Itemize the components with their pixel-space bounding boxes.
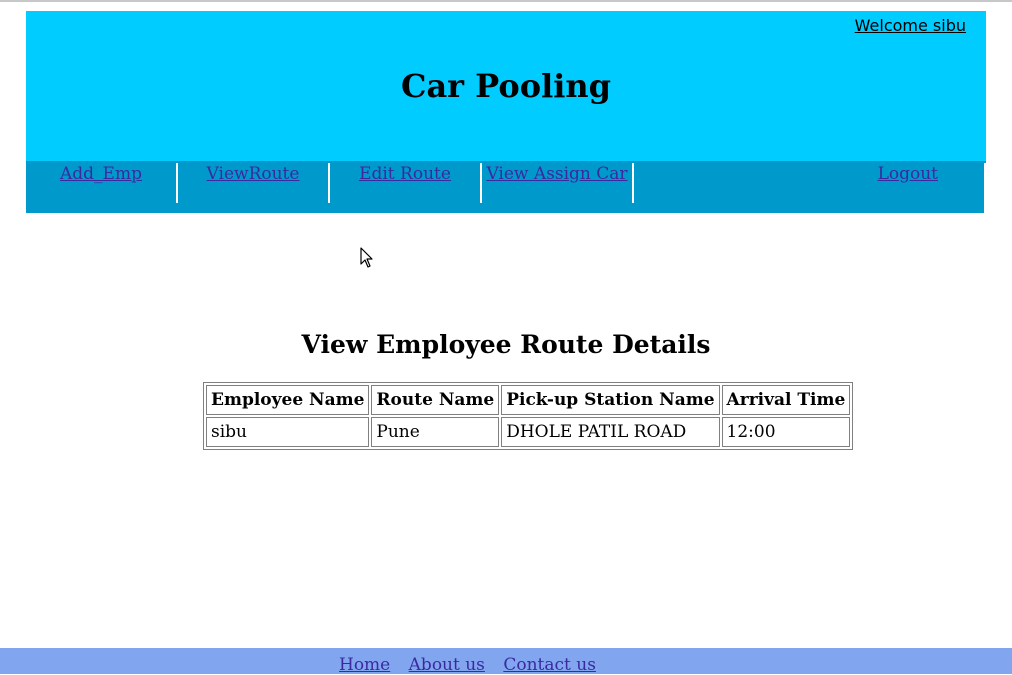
column-header-employee-name: Employee Name — [206, 385, 370, 415]
nav-add-emp-link[interactable]: Add_Emp — [60, 164, 142, 184]
footer-contact-us-link[interactable]: Contact us — [503, 655, 596, 675]
nav-view-assign-car-link[interactable]: View Assign Car — [486, 164, 627, 184]
footer-home-link[interactable]: Home — [339, 655, 390, 675]
nav-edit-route-link[interactable]: Edit Route — [359, 164, 451, 184]
top-divider — [0, 0, 1012, 2]
cell-employee-name: sibu — [206, 417, 370, 447]
route-details-table: Employee Name Route Name Pick-up Station… — [203, 382, 854, 450]
nav-view-route-link[interactable]: ViewRoute — [207, 164, 300, 184]
section-title: View Employee Route Details — [301, 330, 711, 359]
footer-about-us-link[interactable]: About us — [409, 655, 485, 675]
cell-pickup-station: DHOLE PATIL ROAD — [501, 417, 720, 447]
nav-cell-logout: Logout — [634, 163, 986, 203]
nav-cell-view-route: ViewRoute — [178, 163, 330, 203]
footer-links: Home About us Contact us — [339, 655, 609, 675]
nav-bar: Add_Emp ViewRoute Edit Route View Assign… — [26, 161, 986, 213]
table-header-row: Employee Name Route Name Pick-up Station… — [206, 385, 851, 415]
nav-cell-add-emp: Add_Emp — [26, 163, 178, 203]
column-header-route-name: Route Name — [371, 385, 500, 415]
welcome-link[interactable]: Welcome sibu — [855, 16, 966, 35]
nav-cell-view-assign-car: View Assign Car — [482, 163, 634, 203]
nav-logout-link[interactable]: Logout — [878, 164, 938, 184]
app-title: Car Pooling — [400, 67, 612, 105]
nav-divider — [984, 203, 986, 213]
column-header-pickup-station: Pick-up Station Name — [501, 385, 720, 415]
column-header-arrival-time: Arrival Time — [721, 385, 851, 415]
table-row: sibu Pune DHOLE PATIL ROAD 12:00 — [206, 417, 851, 447]
nav-cell-edit-route: Edit Route — [330, 163, 482, 203]
cell-route-name: Pune — [371, 417, 500, 447]
page-header: Welcome sibu Car Pooling — [26, 11, 986, 161]
cell-arrival-time: 12:00 — [721, 417, 851, 447]
mouse-pointer-icon — [360, 247, 374, 273]
page-footer: Home About us Contact us — [0, 648, 1012, 675]
